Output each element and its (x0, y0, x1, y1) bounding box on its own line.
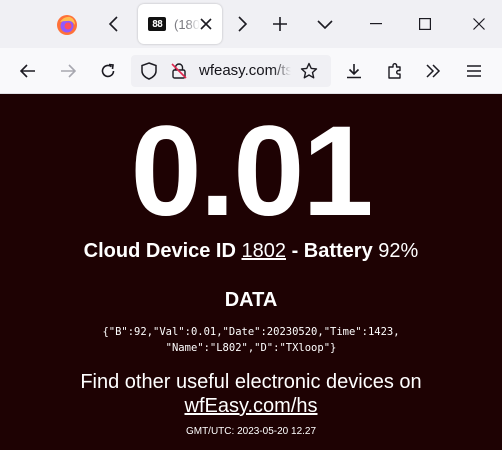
close-icon[interactable] (456, 0, 502, 48)
battery-label: Battery (303, 240, 373, 262)
device-info-line: Cloud Device ID 1802 - Battery 92% (0, 239, 502, 263)
star-icon[interactable] (297, 59, 321, 83)
reload-icon[interactable] (94, 57, 122, 85)
battery-value: 92% (378, 240, 419, 262)
puzzle-icon[interactable] (381, 57, 409, 85)
gmt-timestamp: GMT/UTC: 2023-05-20 12.27 (185, 426, 317, 437)
tab-strip: 88 (1802) (0, 0, 502, 48)
promo-link[interactable]: wfEasy.com/hs (185, 395, 318, 417)
device-id-link[interactable]: 1802 (242, 240, 287, 262)
tab-favicon: 88 (148, 17, 166, 31)
lock-slash-icon[interactable] (167, 59, 191, 83)
minimize-icon[interactable] (353, 0, 399, 48)
promo-text: Find other useful electronic devices on (80, 371, 422, 393)
separator: - (291, 240, 299, 262)
chevron-right-icon[interactable] (228, 10, 256, 38)
sensor-value: 0.01 (130, 100, 373, 243)
json-line: "Name":"L802","D":"TXloop"} (165, 342, 337, 354)
chevron-left-icon[interactable] (100, 10, 128, 38)
close-icon[interactable] (196, 14, 216, 34)
double-chevron-right-icon[interactable] (419, 57, 447, 85)
navigation-toolbar: wfeasy.com/tsd (0, 48, 502, 94)
plus-icon[interactable] (266, 10, 294, 38)
arrow-right-icon[interactable] (54, 57, 82, 85)
address-bar[interactable]: wfeasy.com/tsd (131, 55, 331, 87)
hamburger-icon[interactable] (460, 57, 488, 85)
data-heading: DATA (224, 289, 278, 311)
active-tab[interactable]: 88 (1802) (138, 4, 222, 44)
json-line: {"B":92,"Val":0.01,"Date":20230520,"Time… (102, 326, 400, 338)
download-icon[interactable] (340, 57, 368, 85)
shield-icon[interactable] (137, 59, 161, 83)
page-content: 0.01 Cloud Device ID 1802 - Battery 92% … (0, 95, 502, 450)
json-data-block: {"B":92,"Val":0.01,"Date":20230520,"Time… (0, 324, 502, 356)
url-text[interactable]: wfeasy.com/tsd (199, 62, 291, 79)
chevron-down-icon[interactable] (311, 10, 339, 38)
promo-block: Find other useful electronic devices on … (0, 370, 502, 418)
device-id-label: Cloud Device ID (83, 240, 236, 262)
arrow-left-icon[interactable] (14, 57, 42, 85)
maximize-icon[interactable] (402, 0, 448, 48)
firefox-icon[interactable] (52, 11, 82, 39)
